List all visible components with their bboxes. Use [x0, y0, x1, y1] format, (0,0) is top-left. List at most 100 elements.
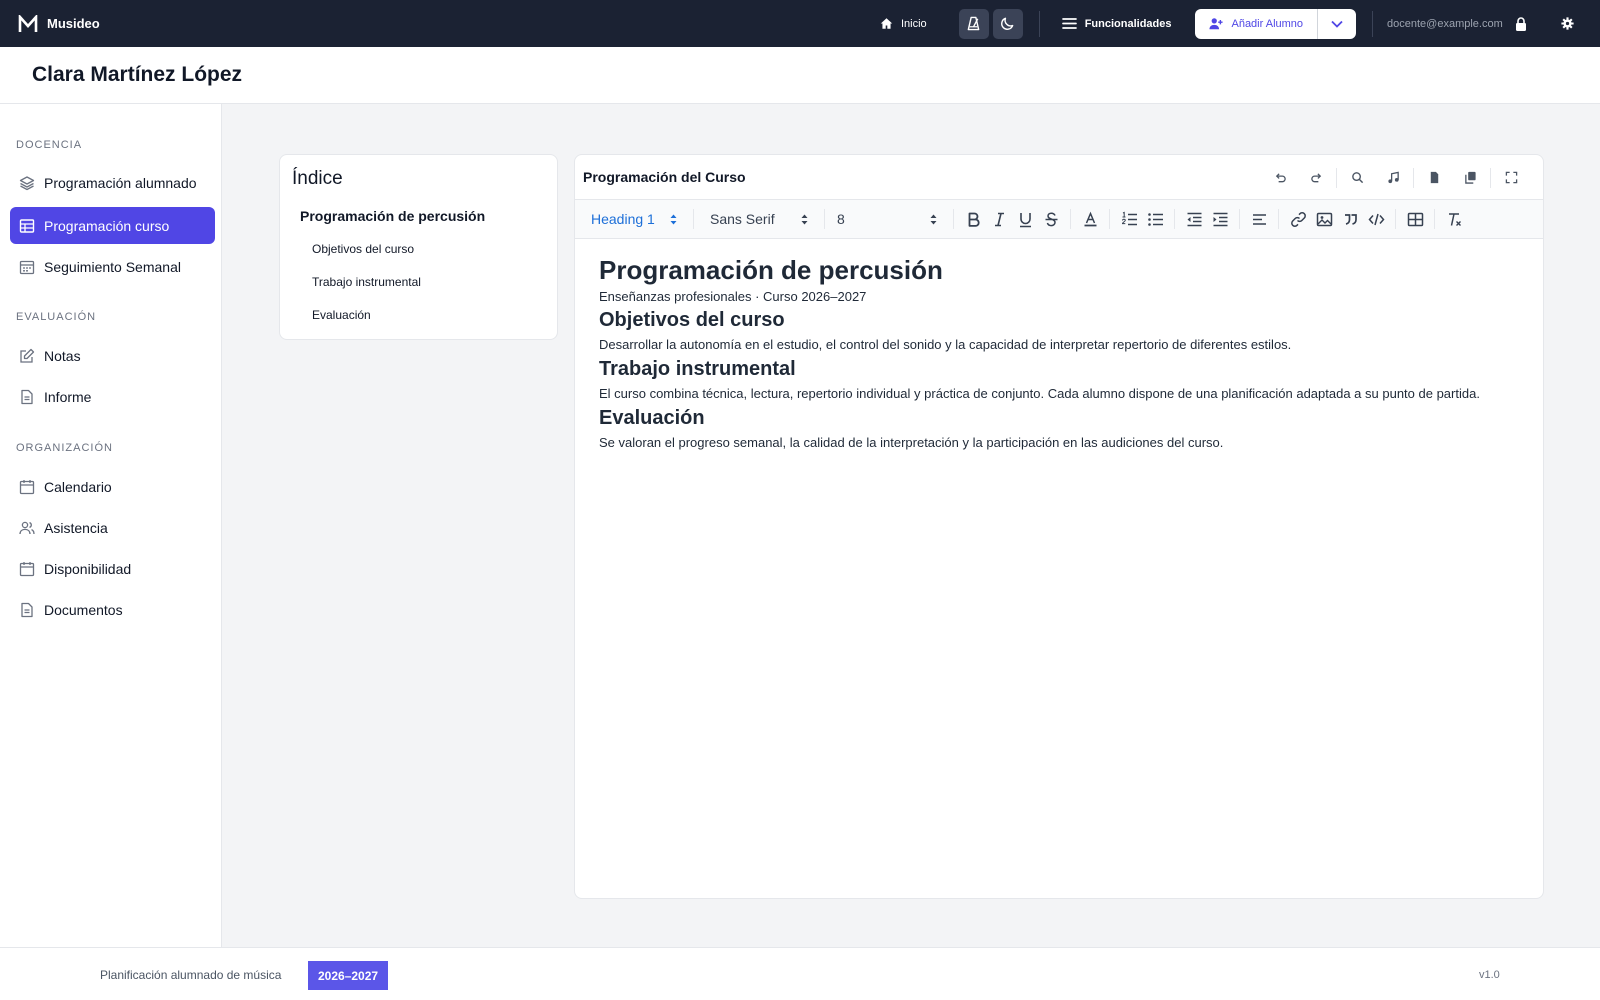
- index-link-trabajo[interactable]: Trabajo instrumental: [312, 275, 421, 289]
- divider: [1395, 209, 1396, 229]
- doc-paragraph: El curso combina técnica, lectura, reper…: [599, 386, 1480, 401]
- sidebar-item-label: Documentos: [44, 601, 123, 618]
- sidebar-item-programacion-alumnado[interactable]: Programación alumnado: [10, 164, 215, 201]
- outdent-icon: [1187, 212, 1201, 226]
- brand[interactable]: Musideo: [18, 14, 100, 33]
- align-left-icon: [1252, 213, 1266, 225]
- gear-icon[interactable]: [1561, 17, 1574, 30]
- indent-icon: [1213, 212, 1227, 226]
- blockquote-button[interactable]: [1337, 206, 1363, 232]
- select-arrows-icon: [930, 214, 937, 224]
- align-button[interactable]: [1246, 206, 1272, 232]
- footer: Planificación alumnado de música 2026–20…: [0, 947, 1600, 1000]
- link-button[interactable]: [1285, 206, 1311, 232]
- page-title: Clara Martínez López: [32, 63, 243, 86]
- app-name: Musideo: [47, 16, 100, 31]
- page-header: Clara Martínez López: [0, 47, 1600, 104]
- features-menu-button[interactable]: Funcionalidades: [1061, 17, 1171, 30]
- bullet-list-button[interactable]: [1142, 206, 1168, 232]
- top-navbar: Musideo Inicio Funcionalidades Añadir Al…: [0, 0, 1600, 47]
- lock-icon[interactable]: [1515, 16, 1527, 31]
- link-icon: [1290, 211, 1306, 227]
- search-button[interactable]: [1339, 155, 1375, 200]
- underline-button[interactable]: [1012, 206, 1038, 232]
- underline-icon: [1019, 212, 1031, 227]
- outdent-button[interactable]: [1181, 206, 1207, 232]
- bold-icon: [968, 212, 980, 227]
- table-icon: [19, 218, 35, 233]
- add-student-dropdown[interactable]: [1318, 9, 1356, 39]
- sidebar-item-documentos[interactable]: Documentos: [10, 591, 215, 628]
- text-color-button[interactable]: [1077, 206, 1103, 232]
- user-email: docente@example.com: [1387, 17, 1503, 30]
- top-actions: Inicio Funcionalidades Añadir Alumno doc…: [880, 0, 1574, 47]
- editor-title: Programación del Curso: [583, 169, 746, 185]
- divider: [1038, 10, 1040, 37]
- heading-select[interactable]: Heading 1: [591, 206, 687, 232]
- divider: [1490, 167, 1491, 188]
- ordered-list-button[interactable]: [1116, 206, 1142, 232]
- divider: [1372, 10, 1374, 37]
- sidebar-item-label: Programación curso: [44, 217, 170, 234]
- doc-subtitle: Enseñanzas profesionales · Curso 2026–20…: [599, 289, 867, 304]
- divider: [824, 209, 825, 229]
- index-panel: Índice Programación de percusión Objetiv…: [279, 154, 558, 340]
- sidebar-item-informe[interactable]: Informe: [10, 378, 215, 415]
- index-link-heading[interactable]: Programación de percusión: [300, 208, 485, 224]
- footer-text: Planificación alumnado de música: [100, 968, 282, 982]
- divider: [1174, 209, 1175, 229]
- year-badge: 2026–2027: [308, 961, 389, 990]
- italic-icon: [994, 212, 1004, 226]
- sidebar-item-disponibilidad[interactable]: Disponibilidad: [10, 550, 215, 587]
- fullscreen-button[interactable]: [1493, 155, 1529, 200]
- undo-button[interactable]: [1262, 155, 1298, 200]
- select-arrows-icon: [670, 214, 677, 224]
- italic-button[interactable]: [986, 206, 1012, 232]
- search-icon: [1351, 172, 1363, 184]
- version-label: v1.0: [1479, 969, 1500, 981]
- copy-button[interactable]: [1452, 155, 1488, 200]
- sidebar-item-programacion-curso[interactable]: Programación curso: [10, 207, 215, 244]
- clear-format-button[interactable]: [1441, 206, 1467, 232]
- table-button[interactable]: [1402, 206, 1428, 232]
- sidebar-item-label: Seguimiento Semanal: [44, 258, 181, 275]
- layers-icon: [19, 175, 35, 190]
- sidebar: DOCENCIA Programación alumnado Programac…: [0, 104, 222, 947]
- image-icon: [1316, 212, 1332, 226]
- bold-button[interactable]: [960, 206, 986, 232]
- divider: [1336, 167, 1337, 188]
- nav-home-link[interactable]: Inicio: [880, 17, 927, 30]
- moon-icon: [1001, 17, 1014, 30]
- document-button[interactable]: [1416, 155, 1452, 200]
- indent-button[interactable]: [1207, 206, 1233, 232]
- expand-icon: [1505, 171, 1517, 184]
- add-student-button[interactable]: Añadir Alumno: [1195, 9, 1317, 39]
- index-link-evaluacion[interactable]: Evaluación: [312, 308, 371, 322]
- image-button[interactable]: [1311, 206, 1337, 232]
- music-button[interactable]: [1375, 155, 1411, 200]
- sidebar-item-calendario[interactable]: Calendario: [10, 468, 215, 505]
- size-select[interactable]: 8: [831, 206, 947, 232]
- sidebar-section-title: ORGANIZACIÓN: [16, 442, 113, 454]
- index-link-objetivos[interactable]: Objetivos del curso: [312, 242, 414, 256]
- divider: [693, 209, 694, 229]
- font-select[interactable]: Sans Serif: [700, 206, 818, 232]
- metronome-button[interactable]: [958, 8, 989, 39]
- index-title: Índice: [292, 168, 343, 189]
- editor-content[interactable]: Programación de percusión Enseñanzas pro…: [599, 255, 1529, 454]
- sidebar-item-label: Disponibilidad: [44, 560, 132, 577]
- sidebar-item-seguimiento-semanal[interactable]: Seguimiento Semanal: [10, 248, 215, 285]
- dark-mode-toggle[interactable]: [992, 8, 1023, 39]
- document-icon: [21, 389, 33, 404]
- musideo-logo-icon: [18, 14, 38, 32]
- doc-paragraph: Desarrollar la autonomía en el estudio, …: [599, 337, 1292, 352]
- divider: [1109, 209, 1110, 229]
- sidebar-item-label: Notas: [44, 347, 81, 364]
- redo-button[interactable]: [1298, 155, 1334, 200]
- music-note-icon: [1387, 171, 1399, 184]
- strikethrough-button[interactable]: [1038, 206, 1064, 232]
- divider: [1434, 209, 1435, 229]
- sidebar-item-asistencia[interactable]: Asistencia: [10, 509, 215, 546]
- code-button[interactable]: [1363, 206, 1389, 232]
- sidebar-item-notas[interactable]: Notas: [10, 337, 215, 374]
